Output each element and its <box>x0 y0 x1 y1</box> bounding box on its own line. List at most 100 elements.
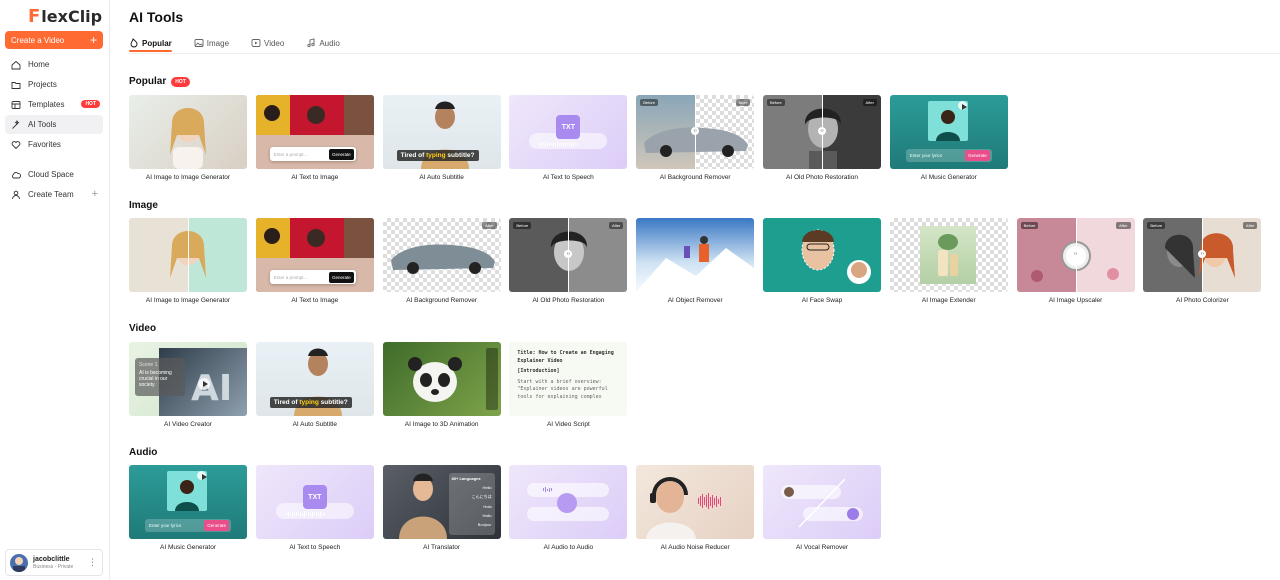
account-plan: Business - Private <box>33 563 74 570</box>
sidebar-item-templates[interactable]: Templates HOT <box>5 95 103 114</box>
section-title-popular: Popular HOT <box>129 76 190 87</box>
tool-thumbnail <box>509 465 628 539</box>
avatar <box>10 553 28 572</box>
plus-icon: + <box>89 33 97 47</box>
tool-card-label: AI Image to Image Generator <box>145 174 231 181</box>
tool-card[interactable]: TXT AI Text to Speech <box>509 95 628 181</box>
folder-icon <box>11 81 21 89</box>
tool-thumbnail <box>129 218 247 292</box>
subtitle-caption: Tired of typing subtitle? <box>396 150 479 161</box>
tool-card[interactable]: ‹› Before After AI Old Photo Restoration <box>509 218 628 304</box>
tool-card[interactable]: AI Audio Noise Reducer <box>636 465 755 551</box>
tool-card[interactable]: TXT AI Text to Speech <box>255 465 374 551</box>
tool-card-label: AI Auto Subtitle <box>292 421 338 428</box>
account-card[interactable]: jacobclittle Business - Private ⋮ <box>5 549 103 576</box>
sidebar-item-home[interactable]: Home <box>5 55 103 74</box>
tool-card[interactable]: AI Vocal Remover <box>762 465 881 551</box>
tool-card-label: AI Photo Colorizer <box>1176 297 1229 304</box>
tool-card[interactable]: ‹› Before After AI Background Remover <box>636 95 755 181</box>
tool-card[interactable]: Enter your lyrics Generate AI Music Gener… <box>889 95 1008 181</box>
create-video-button[interactable]: Create a Video + <box>5 31 103 49</box>
tool-card[interactable]: AI Audio to Audio <box>509 465 628 551</box>
logo-f: F <box>28 6 41 27</box>
sidebar-nav: Home Projects Templates HOT AI Tools Fav… <box>5 55 103 205</box>
tab-video[interactable]: Video <box>251 36 284 50</box>
tool-card-label: AI Auto Subtitle <box>419 174 464 181</box>
tool-card[interactable]: ‹› Before After AI Image Upscaler <box>1016 218 1135 304</box>
tab-popular[interactable]: Popular <box>129 36 172 52</box>
audio-row: Enter your lyrics Generate AI Music Gener… <box>129 465 890 551</box>
tool-card[interactable]: Enter your lyrics Generate AI Music Gener… <box>129 465 247 551</box>
tab-label: Audio <box>319 38 340 48</box>
tool-card-label: AI Image Upscaler <box>1048 297 1103 304</box>
tool-thumbnail: Tired of typing subtitle? <box>255 342 374 416</box>
tab-label: Popular <box>142 38 172 48</box>
tool-card-label: AI Video Script <box>546 421 590 428</box>
tool-card[interactable]: AI Scene 1 AI is becoming crucial in our … <box>129 342 247 428</box>
tool-card-label: AI Object Remover <box>667 297 723 304</box>
image-icon <box>194 39 204 47</box>
txt-file-icon: TXT <box>556 115 581 139</box>
fire-icon <box>130 38 138 48</box>
tool-card[interactable]: Enter a prompt... Generate AI Text to Ima… <box>255 95 374 181</box>
tool-thumbnail: ‹› Before After <box>762 95 881 169</box>
prompt-input: Enter a prompt... Generate <box>269 147 356 161</box>
tool-thumbnail: After <box>382 218 501 292</box>
sidebar-item-label: Create Team <box>28 190 74 199</box>
hot-badge: HOT <box>171 76 190 87</box>
main-content: AI Tools Popular Image Video Audio Popul… <box>110 0 1280 580</box>
tab-audio[interactable]: Audio <box>306 36 340 50</box>
tab-label: Image <box>206 38 230 48</box>
add-team-icon[interactable]: + <box>92 188 98 200</box>
tool-card[interactable]: AI Image Extender <box>889 218 1008 304</box>
hot-badge: HOT <box>81 100 100 108</box>
tool-card-label: AI Music Generator <box>920 174 977 181</box>
video-icon <box>251 39 261 47</box>
tool-thumbnail: ‹› Before After <box>1143 218 1262 292</box>
sidebar-item-favorites[interactable]: Favorites <box>5 135 103 154</box>
tool-card[interactable]: 80+ Languages Hello こんにちは Hola Hallo Bon… <box>382 465 501 551</box>
tool-card[interactable]: Title: How to Create an Engaging Explain… <box>509 342 628 428</box>
tool-card[interactable]: Tired of typing subtitle? AI Auto Subtit… <box>382 95 501 181</box>
cloud-icon <box>12 171 21 178</box>
tool-card-label: AI Audio to Audio <box>543 544 594 551</box>
tool-card[interactable]: AI Image to Image Generator <box>129 95 247 181</box>
prompt-input: Enter a prompt... Generate <box>269 270 356 284</box>
tool-card[interactable]: AI Face Swap <box>762 218 881 304</box>
tool-card-label: AI Translator <box>423 544 461 551</box>
sidebar-item-create-team[interactable]: Create Team + <box>5 185 103 204</box>
tab-image[interactable]: Image <box>194 36 229 50</box>
tool-card[interactable]: After AI Background Remover <box>382 218 501 304</box>
sidebar-item-label: AI Tools <box>28 120 57 129</box>
sidebar-item-label: Projects <box>28 80 57 89</box>
tool-thumbnail <box>762 218 881 292</box>
sidebar-item-label: Favorites <box>28 140 61 149</box>
sidebar-item-projects[interactable]: Projects <box>5 75 103 94</box>
tool-thumbnail: ‹› Before After <box>636 95 755 169</box>
team-icon <box>12 190 20 199</box>
subtitle-caption: Tired of typing subtitle? <box>269 397 352 408</box>
tool-thumbnail: ‹› Before After <box>1016 218 1135 292</box>
more-icon[interactable]: ⋮ <box>88 557 97 568</box>
sidebar-item-ai-tools[interactable]: AI Tools <box>5 115 103 134</box>
tool-thumbnail: Tired of typing subtitle? <box>382 95 501 169</box>
flexclip-logo[interactable]: FlexClip <box>0 0 109 28</box>
tool-card-label: AI Image to 3D Animation <box>404 421 479 428</box>
tool-card[interactable]: ‹› Before After AI Photo Colorizer <box>1143 218 1262 304</box>
video-caption: Scene 1 AI is becoming crucial in our soc… <box>135 358 185 396</box>
tool-card[interactable]: AI Object Remover <box>636 218 755 304</box>
tool-card[interactable]: Tired of typing subtitle? AI Auto Subtit… <box>255 342 374 428</box>
tool-card[interactable]: Enter a prompt... Generate AI Text to Ima… <box>255 218 374 304</box>
txt-file-icon: TXT <box>302 485 327 509</box>
tool-card-label: AI Text to Speech <box>542 174 594 181</box>
tool-card-label: AI Background Remover <box>406 297 477 304</box>
logo-text: lexClip <box>41 7 103 26</box>
tool-card-label: AI Vocal Remover <box>795 544 848 551</box>
tool-card[interactable]: AI Image to 3D Animation <box>382 342 501 428</box>
sidebar-item-label: Templates <box>28 100 65 109</box>
tool-card[interactable]: ‹› Before After AI Old Photo Restoration <box>762 95 881 181</box>
popular-row: AI Image to Image Generator Enter a prom… <box>129 95 1017 181</box>
sidebar-item-cloud-space[interactable]: Cloud Space <box>5 165 103 184</box>
tool-card[interactable]: AI Image to Image Generator <box>129 218 247 304</box>
section-title-image: Image <box>129 200 158 211</box>
